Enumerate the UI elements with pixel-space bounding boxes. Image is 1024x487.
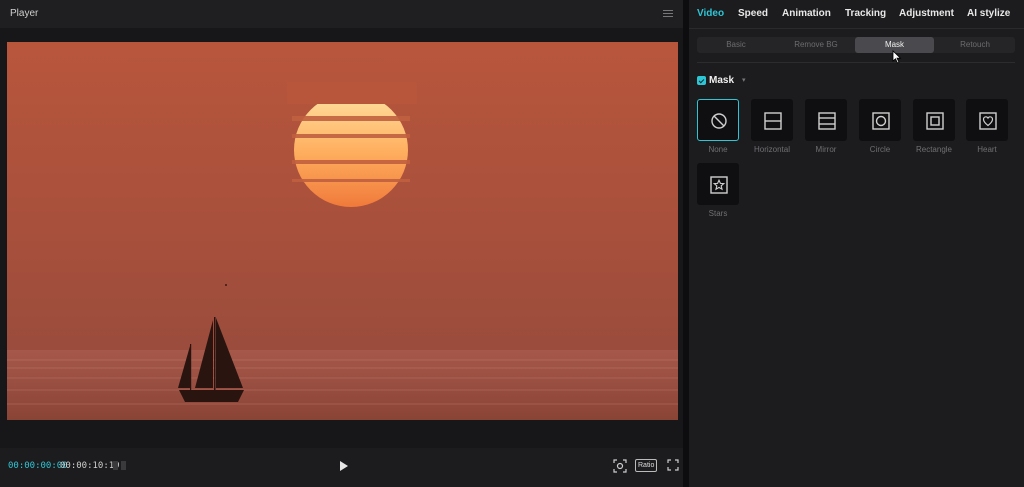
- player-title: Player: [10, 8, 39, 19]
- mask-option-label: Mirror: [815, 145, 837, 154]
- tab-video[interactable]: Video: [697, 8, 724, 19]
- menu-icon[interactable]: [663, 8, 673, 18]
- tab-tracking[interactable]: Tracking: [845, 8, 886, 19]
- horizontal-icon: [751, 99, 793, 141]
- tab-adjustment[interactable]: Adjustment: [899, 8, 954, 19]
- mask-option-label: Rectangle: [915, 145, 953, 154]
- subtab-remove-bg[interactable]: Remove BG: [777, 37, 855, 53]
- video-subtabs: Basic Remove BG Mask Retouch: [697, 37, 1015, 53]
- properties-panel: Video Speed Animation Tracking Adjustmen…: [689, 0, 1024, 487]
- mask-option-none[interactable]: None: [697, 99, 739, 155]
- circle-icon: [859, 99, 901, 141]
- tab-speed[interactable]: Speed: [738, 8, 768, 19]
- mask-option-rectangle[interactable]: Rectangle: [913, 99, 955, 155]
- play-icon[interactable]: [336, 459, 350, 473]
- mask-option-mirror[interactable]: Mirror: [805, 99, 847, 155]
- divider: [697, 62, 1015, 63]
- mask-option-heart[interactable]: Heart: [966, 99, 1008, 155]
- property-tabs: Video Speed Animation Tracking Adjustmen…: [689, 0, 1024, 29]
- player-controls: 00:00:00:00 00:00:10:19 Ratio: [0, 448, 683, 487]
- none-icon: [697, 99, 739, 141]
- heart-icon: [966, 99, 1008, 141]
- rectangle-icon: [913, 99, 955, 141]
- mouse-cursor-icon: [892, 50, 902, 64]
- mask-option-label: Circle: [869, 145, 891, 154]
- mask-option-stars[interactable]: Stars: [697, 163, 739, 219]
- current-timecode: 00:00:00:00: [8, 461, 68, 471]
- chevron-down-icon[interactable]: ▾: [742, 76, 746, 84]
- mask-label: Mask: [709, 75, 735, 86]
- mask-checkbox[interactable]: [697, 76, 706, 85]
- player-header: Player: [0, 0, 683, 29]
- mirror-icon: [805, 99, 847, 141]
- sunset-sailboat-image: [7, 42, 678, 420]
- mask-option-horizontal[interactable]: Horizontal: [751, 99, 793, 155]
- video-viewer: [0, 28, 683, 448]
- fit-view-icon[interactable]: [613, 459, 627, 473]
- ratio-button[interactable]: Ratio: [635, 459, 658, 472]
- timeline-marker-icon: [113, 461, 126, 470]
- mask-option-label: Stars: [708, 209, 728, 218]
- mask-option-label: None: [708, 145, 728, 154]
- mask-option-label: Horizontal: [753, 145, 790, 154]
- video-frame: [7, 42, 678, 420]
- total-timecode: 00:00:10:19: [60, 461, 120, 471]
- tab-ai-stylize[interactable]: AI stylize: [967, 8, 1010, 19]
- mask-option-circle[interactable]: Circle: [859, 99, 901, 155]
- subtab-retouch[interactable]: Retouch: [935, 37, 1015, 53]
- tab-animation[interactable]: Animation: [782, 8, 831, 19]
- player-panel: Player 00:00:00:00 00:00:10:19 Ratio: [0, 0, 683, 487]
- star-icon: [697, 163, 739, 205]
- mask-option-label: Heart: [977, 145, 997, 154]
- subtab-basic[interactable]: Basic: [697, 37, 775, 53]
- fullscreen-icon[interactable]: [667, 459, 679, 471]
